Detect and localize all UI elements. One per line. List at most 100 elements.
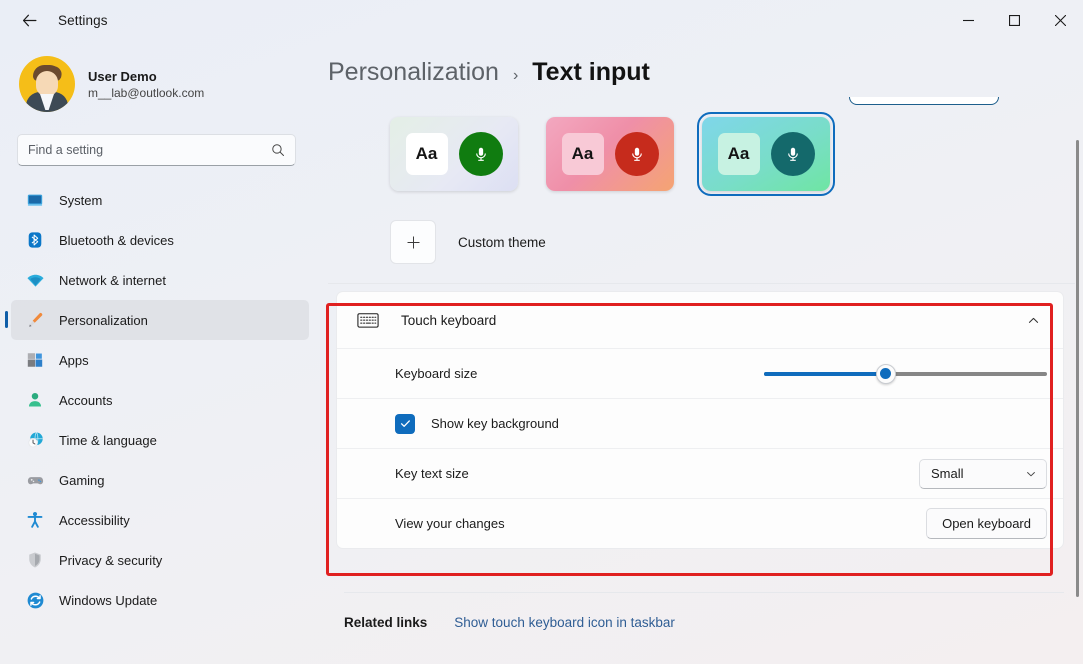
personalization-icon [25, 310, 45, 330]
maximize-button[interactable] [991, 0, 1037, 40]
breadcrumb-parent[interactable]: Personalization [328, 58, 499, 87]
breadcrumb: Personalization › Text input [328, 58, 1083, 87]
sidebar-item-accessibility[interactable]: Accessibility [11, 500, 309, 540]
theme-sample-text: Aa [718, 133, 760, 175]
theme-sample-text: Aa [406, 133, 448, 175]
sidebar-item-label: Bluetooth & devices [59, 233, 174, 248]
theme-card-1[interactable]: Aa [390, 117, 518, 191]
window-controls [945, 0, 1083, 40]
privacy-security-icon [25, 550, 45, 570]
theme-card-2[interactable]: Aa [546, 117, 674, 191]
search-box[interactable] [17, 134, 296, 166]
sidebar-item-accounts[interactable]: Accounts [11, 380, 309, 420]
page-title: Text input [532, 58, 650, 87]
key-text-size-value: Small [931, 466, 1025, 481]
slider-fill [764, 372, 886, 376]
sidebar-item-windows-update[interactable]: Windows Update [11, 580, 309, 620]
back-button[interactable] [12, 5, 46, 35]
title-bar: Settings [0, 0, 1083, 40]
time-language-icon [25, 430, 45, 450]
keyboard-size-row: Keyboard size [337, 348, 1063, 398]
key-text-size-label: Key text size [395, 466, 919, 481]
sidebar-item-label: Windows Update [59, 593, 157, 608]
theme-card-list: Aa Aa [390, 117, 830, 191]
touch-keyboard-icon [355, 307, 381, 333]
sidebar-item-label: Accounts [59, 393, 112, 408]
app-title: Settings [58, 13, 108, 28]
view-your-changes-label: View your changes [395, 516, 926, 531]
accessibility-icon [25, 510, 45, 530]
sidebar-item-label: Accessibility [59, 513, 130, 528]
content-area: Personalization › Text input Aa [320, 40, 1083, 664]
keyboard-size-label: Keyboard size [395, 366, 764, 381]
keyboard-size-slider[interactable] [764, 358, 1047, 390]
sidebar-item-time-language[interactable]: Time & language [11, 420, 309, 460]
accounts-icon [25, 390, 45, 410]
related-links-section: Related links Show touch keyboard icon i… [344, 592, 1064, 630]
sidebar-item-label: Personalization [59, 313, 148, 328]
section-divider [328, 283, 1075, 284]
theme-sample-text: Aa [562, 133, 604, 175]
search-input[interactable] [28, 143, 271, 157]
sidebar: User Demo m__lab@outlook.com [0, 40, 320, 664]
sidebar-item-apps[interactable]: Apps [11, 340, 309, 380]
sidebar-item-gaming[interactable]: Gaming [11, 460, 309, 500]
close-icon [1055, 15, 1066, 26]
sidebar-item-label: System [59, 193, 102, 208]
slider-thumb[interactable] [876, 364, 896, 384]
touch-keyboard-card: Touch keyboard Keyboard size [336, 291, 1064, 549]
gaming-icon [25, 470, 45, 490]
theme-card-3[interactable]: Aa [702, 117, 830, 191]
close-button[interactable] [1037, 0, 1083, 40]
chevron-down-icon [1025, 468, 1037, 480]
bluetooth-icon [25, 230, 45, 250]
custom-theme-row[interactable]: Custom theme [390, 220, 546, 264]
related-links-title: Related links [344, 615, 427, 630]
add-custom-theme-button[interactable] [390, 220, 436, 264]
sidebar-item-label: Apps [59, 353, 89, 368]
account-email: m__lab@outlook.com [88, 86, 204, 100]
custom-theme-label: Custom theme [458, 235, 546, 250]
sidebar-item-network-internet[interactable]: Network & internet [11, 260, 309, 300]
key-text-size-row: Key text size Small [337, 448, 1063, 498]
sidebar-item-label: Gaming [59, 473, 105, 488]
vertical-scrollbar[interactable] [1076, 140, 1079, 597]
windows-update-icon [25, 590, 45, 610]
microphone-icon [459, 132, 503, 176]
key-text-size-dropdown[interactable]: Small [919, 459, 1047, 489]
related-link-show-touch-keyboard-icon[interactable]: Show touch keyboard icon in taskbar [454, 615, 675, 630]
sidebar-item-label: Privacy & security [59, 553, 162, 568]
search-icon [271, 143, 285, 157]
show-key-background-checkbox[interactable] [395, 414, 415, 434]
settings-window: Settings [0, 0, 1083, 664]
plus-icon [405, 234, 422, 251]
touch-keyboard-title: Touch keyboard [401, 313, 1019, 328]
sidebar-item-privacy-security[interactable]: Privacy & security [11, 540, 309, 580]
show-key-background-row[interactable]: Show key background [337, 398, 1063, 448]
avatar [19, 56, 75, 112]
sidebar-item-bluetooth-devices[interactable]: Bluetooth & devices [11, 220, 309, 260]
minimize-button[interactable] [945, 0, 991, 40]
breadcrumb-separator: › [513, 67, 518, 85]
microphone-icon [615, 132, 659, 176]
account-name: User Demo [88, 69, 204, 84]
back-arrow-icon [21, 12, 38, 29]
sidebar-item-system[interactable]: System [11, 180, 309, 220]
sidebar-item-label: Network & internet [59, 273, 166, 288]
view-your-changes-row: View your changes Open keyboard [337, 498, 1063, 548]
maximize-icon [1009, 15, 1020, 26]
sidebar-nav: System Bluetooth & devices [0, 180, 320, 620]
sidebar-item-label: Time & language [59, 433, 157, 448]
microphone-icon [771, 132, 815, 176]
system-icon [25, 190, 45, 210]
show-key-background-label: Show key background [431, 416, 559, 431]
apps-icon [25, 350, 45, 370]
touch-keyboard-header[interactable]: Touch keyboard [337, 292, 1063, 348]
settings-scroll-area: Aa Aa [328, 97, 1075, 664]
open-keyboard-button[interactable]: Open keyboard [926, 508, 1047, 539]
minimize-icon [963, 15, 974, 26]
account-block[interactable]: User Demo m__lab@outlook.com [19, 56, 320, 112]
sidebar-item-personalization[interactable]: Personalization [11, 300, 309, 340]
network-icon [25, 270, 45, 290]
chevron-up-icon[interactable] [1019, 306, 1047, 334]
